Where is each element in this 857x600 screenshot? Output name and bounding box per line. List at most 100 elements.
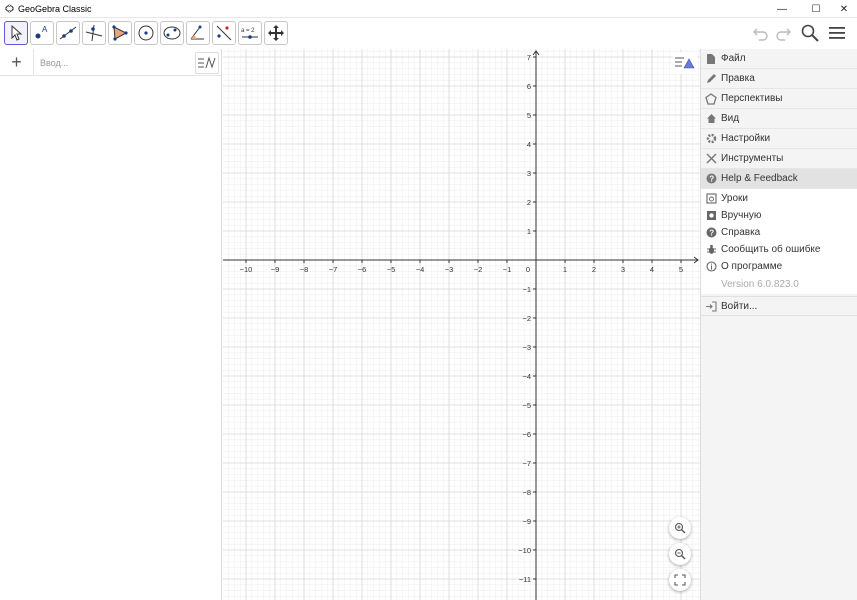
line-icon xyxy=(59,26,77,40)
menu-item-label: Настройки xyxy=(721,133,771,144)
algebra-view: + xyxy=(0,49,222,600)
menu-item-edit[interactable]: Правка xyxy=(701,69,857,89)
maximize-button[interactable]: ☐ xyxy=(801,0,831,18)
bug-icon xyxy=(706,244,716,254)
question-icon: ? xyxy=(706,227,716,238)
x-tick-label: 1 xyxy=(563,265,567,274)
slider-tool-label: a = 2 xyxy=(241,28,255,34)
submenu-item-label: Вручную xyxy=(721,210,762,221)
close-button[interactable]: ✕ xyxy=(829,0,857,18)
x-tick-label: −3 xyxy=(445,265,454,274)
perspectives-icon xyxy=(705,92,717,105)
y-tick-label: 7 xyxy=(527,53,531,62)
fullscreen-icon xyxy=(674,574,686,586)
point-tool[interactable]: A xyxy=(30,21,54,45)
move-view-icon xyxy=(268,25,284,41)
angle-icon xyxy=(190,25,204,40)
y-tick-label: −7 xyxy=(522,459,531,468)
y-tick-label: −9 xyxy=(522,517,531,526)
line-tool[interactable] xyxy=(56,21,80,45)
algebra-input[interactable] xyxy=(40,55,180,70)
y-tick-label: −8 xyxy=(522,488,531,497)
x-tick-label: 4 xyxy=(650,265,654,274)
title-bar: GeoGebra Classic — ☐ ✕ xyxy=(0,0,857,18)
zoom-out-button[interactable] xyxy=(669,543,691,565)
submenu-item-manual[interactable]: Вручную xyxy=(701,207,857,224)
graphics-style-icon xyxy=(675,57,695,69)
home-icon xyxy=(706,114,716,123)
menu-item-view[interactable]: Вид xyxy=(701,109,857,129)
redo-icon[interactable] xyxy=(774,24,792,42)
slider-tool[interactable]: a = 2 xyxy=(238,21,262,45)
sign-in-icon xyxy=(706,300,717,312)
graphics-view[interactable]: −10 −9 −8 −7 −6 −5 −4 −3 −2 −1 0 1 2 3 4 5 7 6 5 4 3 2 1 −1 −2 −3… xyxy=(223,49,700,600)
x-tick-label: −8 xyxy=(300,265,309,274)
polygon-tool[interactable] xyxy=(108,21,132,45)
y-tick-label: −5 xyxy=(522,401,531,410)
menu-item-tools[interactable]: Инструменты xyxy=(701,149,857,169)
x-tick-label: 5 xyxy=(679,265,683,274)
menu-item-label: Вид xyxy=(721,113,740,124)
undo-icon[interactable] xyxy=(752,24,770,42)
menu-icon[interactable] xyxy=(828,24,846,42)
x-tick-label: −7 xyxy=(329,265,338,274)
info-icon xyxy=(705,261,717,272)
pointer-icon xyxy=(11,24,23,41)
add-item-button[interactable]: + xyxy=(0,49,34,76)
circle-tool[interactable] xyxy=(134,21,158,45)
submenu-item-help[interactable]: ? Справка xyxy=(701,224,857,241)
graphics-style-button[interactable] xyxy=(673,52,697,74)
y-tick-label: −4 xyxy=(522,372,531,381)
x-tick-label: −1 xyxy=(503,265,512,274)
main-menu: Файл Правка Перспективы Вид Настройки Ин… xyxy=(700,49,857,600)
y-tick-label: −1 xyxy=(522,285,531,294)
conic-tool[interactable] xyxy=(160,21,184,45)
menu-item-file[interactable]: Файл xyxy=(701,49,857,69)
fullscreen-button[interactable] xyxy=(669,569,691,591)
zoom-in-button[interactable] xyxy=(669,517,691,539)
y-tick-label: −10 xyxy=(518,546,531,555)
angle-tool[interactable] xyxy=(186,21,210,45)
x-tick-label: 2 xyxy=(592,265,596,274)
submenu-item-label: Уроки xyxy=(721,193,748,204)
ellipse-icon xyxy=(163,26,181,40)
menu-item-help[interactable]: ? Help & Feedback xyxy=(701,169,857,189)
x-tick-label: −2 xyxy=(474,265,483,274)
move-view-tool[interactable] xyxy=(264,21,288,45)
search-icon[interactable] xyxy=(800,23,820,43)
login-button[interactable]: Войти... xyxy=(701,296,857,316)
y-tick-label: −6 xyxy=(522,430,531,439)
zoom-out-icon xyxy=(674,548,686,560)
algebra-sort-icon xyxy=(198,56,216,69)
manual-icon xyxy=(706,211,716,220)
menu-item-label: Перспективы xyxy=(721,93,783,104)
y-tick-label: 5 xyxy=(527,111,531,120)
y-tick-label: 2 xyxy=(527,198,531,207)
x-tick-label: 3 xyxy=(621,265,625,274)
submenu-item-tutorials[interactable]: Уроки xyxy=(701,190,857,207)
circle-icon xyxy=(138,25,154,41)
svg-text:?: ? xyxy=(709,175,714,184)
window-title: GeoGebra Classic xyxy=(18,4,92,14)
algebra-style-button[interactable] xyxy=(195,52,219,74)
version-text: Version 6.0.823.0 xyxy=(721,279,799,290)
svg-text:A: A xyxy=(42,25,48,34)
y-tick-label: 3 xyxy=(527,169,531,178)
move-tool[interactable] xyxy=(4,21,28,45)
minimize-button[interactable]: — xyxy=(767,0,797,18)
menu-item-perspectives[interactable]: Перспективы xyxy=(701,89,857,109)
geogebra-logo-icon xyxy=(5,4,14,13)
polygon-icon xyxy=(112,25,128,41)
submenu-item-about[interactable]: О программе xyxy=(701,258,857,275)
x-tick-label: −5 xyxy=(387,265,396,274)
y-tick-label: 6 xyxy=(527,82,531,91)
submenu-item-report-bug[interactable]: Сообщить об ошибке xyxy=(701,241,857,258)
perpendicular-tool[interactable] xyxy=(82,21,106,45)
perpendicular-icon xyxy=(85,24,103,42)
svg-text:?: ? xyxy=(709,229,714,238)
x-tick-label: −4 xyxy=(416,265,425,274)
submenu-item-label: Справка xyxy=(721,227,761,238)
reflect-tool[interactable] xyxy=(212,21,236,45)
algebra-input-row: + xyxy=(0,49,221,76)
menu-item-settings[interactable]: Настройки xyxy=(701,129,857,149)
